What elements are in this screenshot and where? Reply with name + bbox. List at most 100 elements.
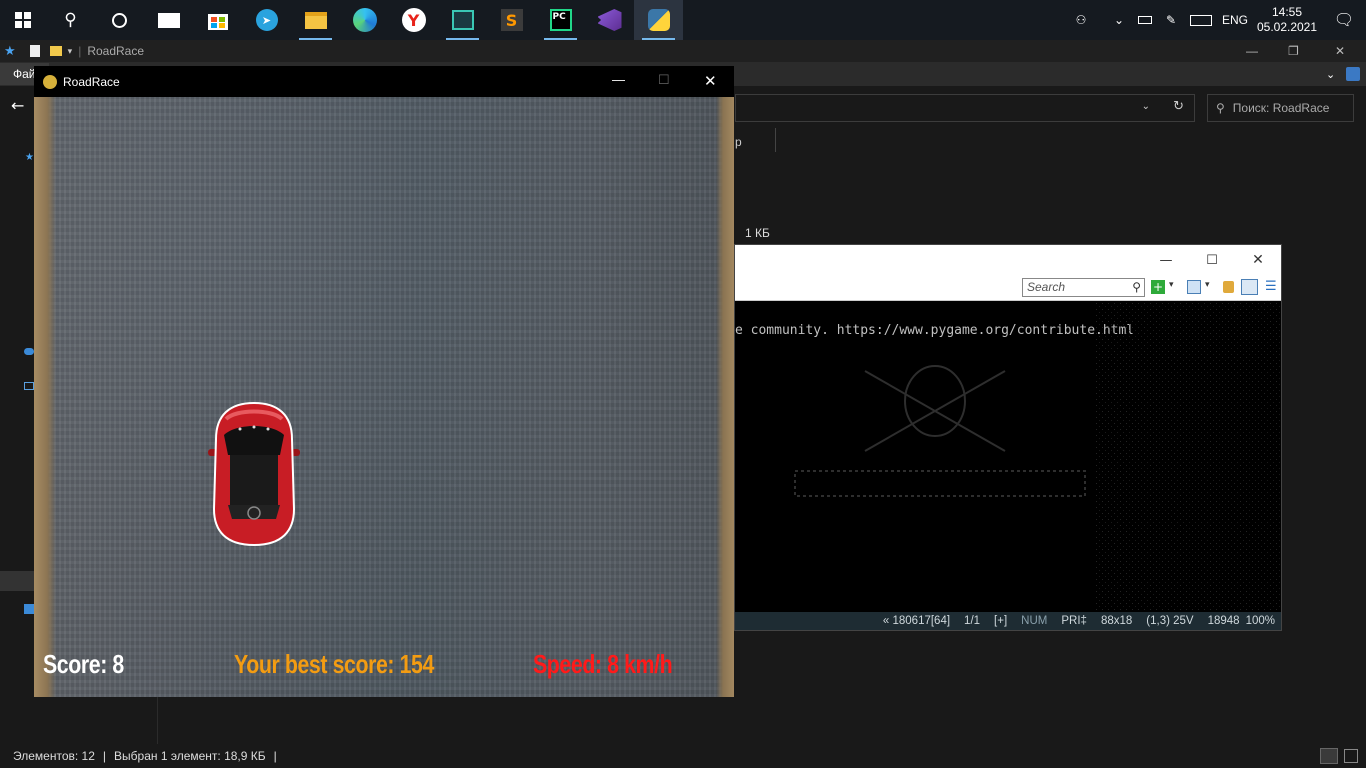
start-button[interactable] xyxy=(0,0,46,40)
mail-icon xyxy=(157,12,180,28)
customize-qat-icon[interactable]: ▾ xyxy=(68,46,73,57)
console-status-bar: « 180617[64] 1/1 [+] NUM PRI‡ 88x18 (1,3… xyxy=(735,612,1281,630)
road-edge-right xyxy=(716,97,734,697)
taskbar-pycharm[interactable]: PC xyxy=(536,0,585,40)
clock[interactable]: 14:55 05.02.2021 xyxy=(1252,5,1322,35)
game-maximize-button[interactable]: ☐ xyxy=(658,72,670,88)
tiles-view-button[interactable] xyxy=(1344,749,1358,763)
running-indicator xyxy=(299,38,332,40)
taskbar-file-explorer[interactable] xyxy=(291,0,340,40)
explorer-status-bar: Элементов: 12 | Выбран 1 элемент: 18,9 К… xyxy=(0,744,1366,768)
search-button[interactable]: ⚲ xyxy=(46,0,95,40)
nav-this-pc-icon[interactable] xyxy=(24,382,34,390)
telegram-icon: ➤ xyxy=(255,9,278,31)
python-icon xyxy=(647,9,670,31)
pycharm-icon: PC xyxy=(549,9,572,31)
search-icon: ⚲ xyxy=(64,10,77,30)
status-separator: | xyxy=(273,749,277,763)
battery-icon[interactable] xyxy=(1132,0,1158,40)
column-divider xyxy=(775,128,776,152)
console-close-button[interactable]: ✕ xyxy=(1235,252,1281,268)
game-close-button[interactable]: ✕ xyxy=(704,72,717,90)
taskbar-telegram[interactable]: ➤ xyxy=(242,0,291,40)
properties-icon[interactable] xyxy=(29,45,40,57)
keyboard-icon[interactable] xyxy=(1184,0,1218,40)
status-priority: PRI‡ xyxy=(1061,615,1087,627)
column-header-fragment: р xyxy=(735,135,742,149)
console-titlebar: — ☐ ✕ xyxy=(735,245,1281,275)
edge-icon xyxy=(352,8,377,32)
status-modified: [+] xyxy=(994,615,1008,627)
game-titlebar[interactable]: RoadRace — ☐ ✕ xyxy=(34,66,734,97)
roadrace-game-window: RoadRace — ☐ ✕ Score: 8 Your best score:… xyxy=(34,66,734,697)
game-minimize-button[interactable]: — xyxy=(612,72,625,87)
player-car xyxy=(208,401,300,547)
status-position: « 180617[64] xyxy=(882,615,951,627)
ribbon-collapse-icon[interactable]: ⌄ xyxy=(1326,68,1335,81)
explorer-title: RoadRace xyxy=(87,44,145,58)
new-console-icon[interactable]: + xyxy=(1151,280,1165,294)
new-console-dropdown-icon[interactable]: ▾ xyxy=(1169,280,1174,290)
explorer-search-placeholder: Поиск: RoadRace xyxy=(1232,101,1330,115)
taskbar-yandex[interactable]: Y xyxy=(389,0,438,40)
language-indicator[interactable]: ENG xyxy=(1218,0,1252,40)
explorer-minimize-button[interactable]: — xyxy=(1246,44,1258,58)
details-view-button[interactable] xyxy=(1320,748,1338,764)
nav-quick-access-icon[interactable]: ★ xyxy=(25,152,34,163)
explorer-search-box[interactable]: ⚲ Поиск: RoadRace xyxy=(1207,94,1354,122)
back-arrow-icon[interactable]: ← xyxy=(11,96,24,115)
window-switch-dropdown-icon[interactable]: ▾ xyxy=(1205,280,1210,290)
status-zoom: 100% xyxy=(1245,615,1275,627)
task-view-icon xyxy=(112,12,127,28)
taskbar-edge[interactable] xyxy=(340,0,389,40)
running-indicator xyxy=(642,38,675,40)
console-search-input[interactable]: Search ⚲ xyxy=(1022,278,1145,297)
console-search-icon[interactable]: ⚲ xyxy=(1132,279,1141,296)
windows-start-icon xyxy=(15,12,31,28)
clock-date: 05.02.2021 xyxy=(1256,20,1318,34)
nav-selected-item[interactable] xyxy=(0,571,34,591)
taskbar-mail[interactable] xyxy=(144,0,193,40)
taskbar-terminal[interactable] xyxy=(438,0,487,40)
status-separator: | xyxy=(102,749,107,763)
address-dropdown-icon[interactable]: ⌄ xyxy=(1142,101,1150,112)
nav-onedrive-icon[interactable] xyxy=(24,348,34,355)
console-minimize-button[interactable]: — xyxy=(1143,253,1189,268)
address-box[interactable]: ⌄ ↻ xyxy=(735,94,1195,122)
people-icon[interactable]: ⚇ xyxy=(1068,0,1094,40)
console-search-placeholder: Search xyxy=(1027,280,1066,294)
explorer-close-button[interactable]: ✕ xyxy=(1335,44,1345,58)
pygame-snake-icon xyxy=(43,74,57,89)
new-folder-icon[interactable] xyxy=(49,46,62,56)
nav-network-icon[interactable] xyxy=(24,604,34,614)
explorer-titlebar: ★ ▾ | RoadRace — ❐ ✕ xyxy=(0,40,1366,62)
running-indicator xyxy=(446,38,479,40)
split-view-icon[interactable] xyxy=(1241,279,1258,295)
help-icon[interactable] xyxy=(1346,67,1360,81)
action-center-icon[interactable]: 🗨 xyxy=(1322,0,1366,40)
yandex-icon: Y xyxy=(401,8,426,32)
window-switch-icon[interactable] xyxy=(1187,280,1201,294)
taskbar-visual-studio[interactable] xyxy=(585,0,634,40)
console-maximize-button[interactable]: ☐ xyxy=(1189,253,1235,268)
items-count: Элементов: 12 xyxy=(13,749,95,763)
taskbar-sublime[interactable]: S xyxy=(487,0,536,40)
file-size-cell: 1 КБ xyxy=(745,226,770,240)
show-hidden-icons-chevron-icon[interactable]: ⌄ xyxy=(1106,0,1132,40)
game-canvas[interactable]: Score: 8 Your best score: 154 Speed: 8 k… xyxy=(34,97,734,697)
pen-icon[interactable]: ✎ xyxy=(1158,0,1184,40)
taskbar-python[interactable] xyxy=(634,0,683,40)
refresh-icon[interactable]: ↻ xyxy=(1173,99,1184,114)
status-memory: 18948 xyxy=(1207,615,1240,627)
game-title: RoadRace xyxy=(63,74,120,89)
status-cursor: (1,3) 25V xyxy=(1146,615,1194,627)
lock-icon[interactable] xyxy=(1223,281,1234,293)
explorer-maximize-button[interactable]: ❐ xyxy=(1288,44,1299,58)
ascii-art-skull-logo xyxy=(794,301,1281,614)
taskbar-store[interactable] xyxy=(193,0,242,40)
quick-access-icon[interactable]: ★ xyxy=(4,43,16,59)
console-output[interactable]: e community. https://www.pygame.org/cont… xyxy=(735,301,1281,614)
file-explorer-icon xyxy=(304,11,327,29)
task-view-button[interactable] xyxy=(95,0,144,40)
console-menu-icon[interactable]: ☰ xyxy=(1265,279,1277,294)
